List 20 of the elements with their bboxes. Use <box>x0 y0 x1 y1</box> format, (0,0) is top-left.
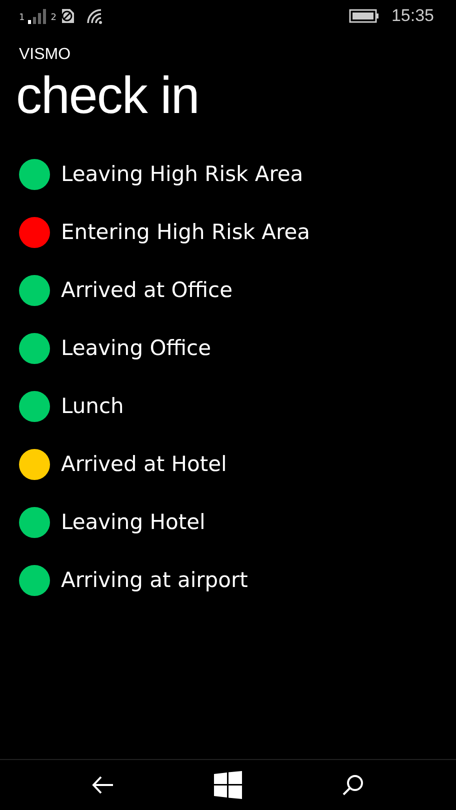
sim-number: 1 <box>19 13 25 23</box>
check-in-option[interactable]: Leaving Hotel <box>61 510 206 534</box>
check-in-option[interactable]: Lunch <box>61 394 124 418</box>
check-in-option[interactable]: Entering High Risk Area <box>61 220 310 244</box>
back-arrow-icon[interactable] <box>92 776 114 794</box>
search-icon[interactable] <box>342 774 364 796</box>
check-in-option[interactable]: Arrived at Office <box>61 278 233 302</box>
signal-icon <box>28 8 48 24</box>
check-in-option[interactable]: Leaving High Risk Area <box>61 162 304 186</box>
windows-logo-icon[interactable] <box>214 771 242 799</box>
clock-time: 15:35 <box>391 6 434 26</box>
wifi-icon <box>86 8 104 24</box>
check-in-option[interactable]: Arrived at Hotel <box>61 452 227 476</box>
sim-number: 2 <box>50 13 56 23</box>
app-title: VISMO <box>19 46 71 64</box>
sim-card-icon <box>59 8 76 24</box>
check-in-option[interactable]: Arriving at airport <box>61 568 248 592</box>
page-title: check in <box>16 66 199 127</box>
battery-icon <box>349 9 380 23</box>
check-in-option[interactable]: Leaving Office <box>61 336 211 360</box>
